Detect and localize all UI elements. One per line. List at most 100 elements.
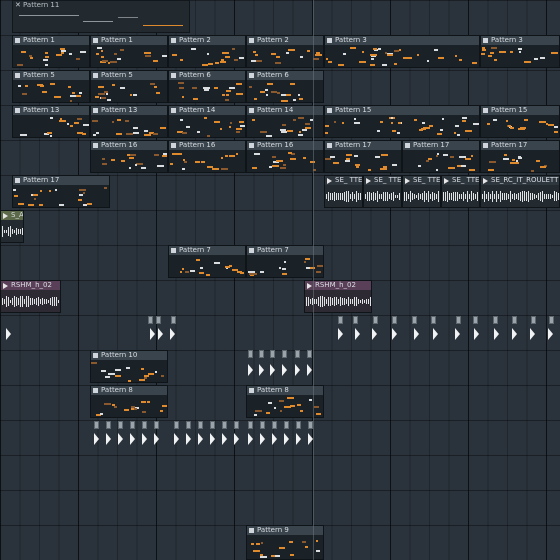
slice-marker[interactable] — [296, 421, 301, 429]
slice-marker[interactable] — [118, 421, 123, 429]
clip-pattern-16[interactable]: Pattern 16 — [90, 140, 168, 173]
clip-pattern-15[interactable]: Pattern 15 — [480, 105, 560, 138]
slice-marker[interactable] — [272, 421, 277, 429]
slice-marker[interactable] — [456, 316, 461, 324]
slice-marker[interactable] — [531, 316, 536, 324]
audio-clip-rshm[interactable]: RSHM_h_02 — [304, 280, 372, 313]
hit-marker[interactable] — [154, 433, 159, 445]
slice-marker[interactable] — [431, 316, 436, 324]
clip-pattern-2[interactable]: Pattern 2 — [168, 35, 246, 68]
hit-marker[interactable] — [234, 433, 239, 445]
clip-pattern-8[interactable]: Pattern 8 — [90, 385, 168, 418]
clip-pattern-1[interactable]: Pattern 1 — [90, 35, 168, 68]
clip-pattern-17[interactable]: Pattern 17 — [12, 175, 110, 208]
clip-pattern-15[interactable]: Pattern 15 — [324, 105, 480, 138]
audio-clip-roulette[interactable]: SE_RC_IT_ROULETTE — [480, 175, 560, 208]
hit-marker[interactable] — [170, 328, 175, 340]
hit-marker[interactable] — [372, 328, 377, 340]
hit-marker[interactable] — [248, 364, 253, 376]
slice-marker[interactable] — [130, 421, 135, 429]
clip-pattern-17[interactable]: Pattern 17 — [402, 140, 480, 173]
slice-marker[interactable] — [234, 421, 239, 429]
slice-marker[interactable] — [259, 350, 264, 358]
hit-marker[interactable] — [296, 433, 301, 445]
slice-marker[interactable] — [392, 316, 397, 324]
slice-marker[interactable] — [260, 421, 265, 429]
audio-clip-se[interactable]: SE_ TTE — [363, 175, 402, 208]
slice-marker[interactable] — [549, 316, 554, 324]
hit-marker[interactable] — [414, 328, 419, 340]
hit-marker[interactable] — [6, 328, 11, 340]
slice-marker[interactable] — [94, 421, 99, 429]
hit-marker[interactable] — [270, 364, 275, 376]
slice-marker[interactable] — [307, 350, 312, 358]
audio-clip-se[interactable]: SE_ TTE — [402, 175, 441, 208]
slice-marker[interactable] — [282, 350, 287, 358]
hit-marker[interactable] — [174, 433, 179, 445]
slice-marker[interactable] — [248, 421, 253, 429]
slice-marker[interactable] — [186, 421, 191, 429]
clip-pattern-3[interactable]: Pattern 3 — [324, 35, 480, 68]
slice-marker[interactable] — [148, 316, 153, 324]
clip-pattern-3[interactable]: Pattern 3 — [480, 35, 560, 68]
slice-marker[interactable] — [142, 421, 147, 429]
hit-marker[interactable] — [474, 328, 479, 340]
hit-marker[interactable] — [530, 328, 535, 340]
clip-pattern-10[interactable]: Pattern 10 — [90, 350, 168, 383]
hit-marker[interactable] — [338, 328, 343, 340]
clip-pattern-17[interactable]: Pattern 17 — [324, 140, 402, 173]
slice-marker[interactable] — [270, 350, 275, 358]
hit-marker[interactable] — [210, 433, 215, 445]
slice-marker[interactable] — [198, 421, 203, 429]
slice-marker[interactable] — [222, 421, 227, 429]
hit-marker[interactable] — [433, 328, 438, 340]
slice-marker[interactable] — [512, 316, 517, 324]
slice-marker[interactable] — [353, 316, 358, 324]
hit-marker[interactable] — [272, 433, 277, 445]
clip-pattern-11[interactable]: Pattern 11 — [12, 0, 190, 33]
clip-pattern-1[interactable]: Pattern 1 — [12, 35, 90, 68]
slice-marker[interactable] — [248, 350, 253, 358]
clip-pattern-6[interactable]: Pattern 6 — [168, 70, 246, 103]
hit-marker[interactable] — [150, 328, 155, 340]
clip-pattern-14[interactable]: Pattern 14 — [168, 105, 246, 138]
hit-marker[interactable] — [455, 328, 460, 340]
clip-pattern-13[interactable]: Pattern 13 — [12, 105, 90, 138]
hit-marker[interactable] — [307, 364, 312, 376]
clip-pattern-7[interactable]: Pattern 7 — [168, 245, 246, 278]
hit-marker[interactable] — [259, 364, 264, 376]
slice-marker[interactable] — [174, 421, 179, 429]
hit-marker[interactable] — [392, 328, 397, 340]
playhead-marker[interactable] — [313, 0, 314, 560]
hit-marker[interactable] — [355, 328, 360, 340]
slice-marker[interactable] — [154, 421, 159, 429]
clip-pattern-5[interactable]: Pattern 5 — [90, 70, 168, 103]
slice-marker[interactable] — [473, 316, 478, 324]
hit-marker[interactable] — [494, 328, 499, 340]
slice-marker[interactable] — [373, 316, 378, 324]
slice-marker[interactable] — [210, 421, 215, 429]
clip-pattern-16[interactable]: Pattern 16 — [168, 140, 246, 173]
hit-marker[interactable] — [186, 433, 191, 445]
playlist-arrangement[interactable]: Pattern 11 Pattern 1 Pattern 1 Pattern 2… — [0, 0, 560, 560]
slice-marker[interactable] — [156, 316, 161, 324]
hit-marker[interactable] — [142, 433, 147, 445]
audio-clip-se[interactable]: SE_ TTE — [441, 175, 480, 208]
hit-marker[interactable] — [222, 433, 227, 445]
hit-marker[interactable] — [295, 364, 300, 376]
hit-marker[interactable] — [284, 433, 289, 445]
audio-clip-s-ap[interactable]: S_AP — [0, 210, 24, 243]
clip-pattern-17[interactable]: Pattern 17 — [480, 140, 560, 173]
audio-clip-se[interactable]: SE_ TTE — [324, 175, 363, 208]
hit-marker[interactable] — [282, 364, 287, 376]
hit-marker[interactable] — [260, 433, 265, 445]
hit-marker[interactable] — [106, 433, 111, 445]
slice-marker[interactable] — [171, 316, 176, 324]
hit-marker[interactable] — [548, 328, 553, 340]
hit-marker[interactable] — [198, 433, 203, 445]
slice-marker[interactable] — [412, 316, 417, 324]
hit-marker[interactable] — [118, 433, 123, 445]
hit-marker[interactable] — [248, 433, 253, 445]
hit-marker[interactable] — [512, 328, 517, 340]
hit-marker[interactable] — [94, 433, 99, 445]
